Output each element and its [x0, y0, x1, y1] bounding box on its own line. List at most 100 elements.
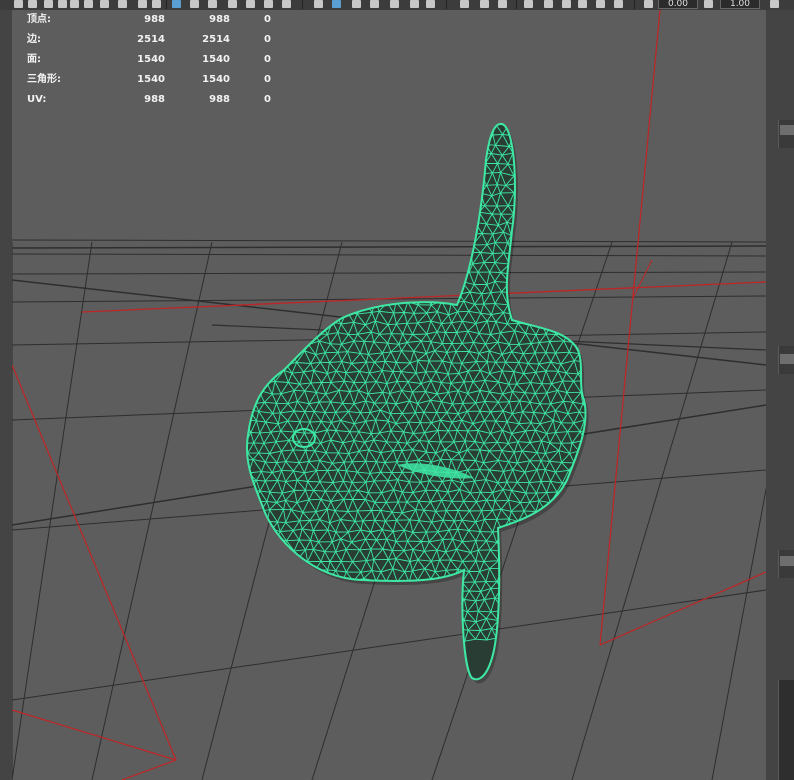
- smooth-shade-icon[interactable]: [332, 0, 341, 8]
- mesh-edge: [580, 155, 586, 164]
- mesh-edge: [296, 581, 305, 591]
- shadows-icon[interactable]: [426, 0, 435, 8]
- hud-icon[interactable]: [614, 0, 623, 8]
- mesh-edge: [440, 164, 453, 167]
- mesh-edge: [365, 262, 373, 274]
- bookmark-icon[interactable]: [70, 0, 79, 8]
- mesh-edge: [253, 539, 265, 542]
- motion-blur-icon[interactable]: [480, 0, 489, 8]
- grid-line: [12, 241, 93, 780]
- mesh-edge: [418, 143, 425, 157]
- mesh-edge: [302, 135, 312, 144]
- mesh-edge: [583, 292, 586, 302]
- mesh-edge: [589, 174, 595, 182]
- mesh-edge: [514, 274, 521, 284]
- mesh-edge: [585, 591, 586, 601]
- mesh-edge: [376, 202, 380, 216]
- mesh-edge: [281, 341, 286, 353]
- x-ray-components-icon[interactable]: [578, 0, 587, 8]
- mesh-edge: [384, 153, 394, 165]
- mesh-edge: [419, 142, 431, 145]
- safe-title-icon[interactable]: [264, 0, 273, 8]
- select-camera-icon[interactable]: [28, 0, 37, 8]
- camera-icon[interactable]: [14, 0, 23, 8]
- mesh-edge: [305, 291, 315, 294]
- mesh-edge: [340, 156, 348, 165]
- lock-camera-icon[interactable]: [44, 0, 53, 8]
- mesh-edge: [303, 222, 311, 236]
- gate-mask-icon[interactable]: [208, 0, 217, 8]
- mesh-edge: [271, 340, 279, 354]
- grease-pencil-icon[interactable]: [118, 0, 127, 8]
- mesh-edge: [584, 439, 586, 443]
- mesh-edge: [314, 251, 321, 265]
- mesh-edge: [456, 164, 466, 177]
- isolate-select-icon[interactable]: [282, 0, 291, 8]
- mesh-edge: [578, 340, 584, 354]
- exposure-field[interactable]: [658, 0, 698, 9]
- gamma-field[interactable]: [720, 0, 760, 9]
- wireframe-icon[interactable]: [314, 0, 323, 8]
- mesh-edge: [266, 360, 272, 371]
- mesh-edge: [274, 551, 284, 563]
- mesh-edge: [268, 194, 278, 204]
- viewport-scene[interactable]: [12, 10, 766, 780]
- mesh-edge: [393, 153, 397, 164]
- screen-space-ao-icon[interactable]: [460, 0, 469, 8]
- mesh-edge: [309, 173, 318, 186]
- 3d-viewport[interactable]: [12, 10, 766, 780]
- mesh-edge: [341, 194, 349, 204]
- exposure-icon[interactable]: [644, 0, 653, 8]
- mesh-edge: [567, 154, 581, 157]
- mesh-edge: [390, 292, 402, 295]
- backface-culling-icon[interactable]: [596, 0, 605, 8]
- mesh-edge: [601, 254, 605, 263]
- grid-icon[interactable]: [172, 0, 181, 8]
- mesh-edge: [448, 588, 455, 602]
- safe-action-icon[interactable]: [246, 0, 255, 8]
- mesh-edge: [577, 191, 586, 196]
- mesh-edge: [276, 571, 283, 581]
- mesh-edge: [566, 174, 573, 184]
- use-default-material-icon[interactable]: [352, 0, 361, 8]
- mesh-edge: [238, 481, 244, 492]
- mesh-edge: [408, 124, 419, 127]
- mesh-edge: [375, 152, 382, 167]
- camera-attributes-icon[interactable]: [58, 0, 67, 8]
- mesh-edge: [240, 374, 243, 384]
- depth-of-field-icon[interactable]: [524, 0, 533, 8]
- use-all-lights-icon[interactable]: [410, 0, 419, 8]
- resolution-gate-icon[interactable]: [190, 0, 199, 8]
- mesh-edge: [428, 202, 439, 216]
- mesh-edge: [293, 172, 307, 177]
- mesh-edge: [255, 321, 265, 325]
- mesh-edge: [597, 243, 608, 245]
- mesh-edge: [557, 312, 570, 315]
- mesh-edge: [538, 303, 547, 315]
- field-chart-icon[interactable]: [228, 0, 237, 8]
- gamma-icon[interactable]: [704, 0, 713, 8]
- view-transform-icon[interactable]: [770, 0, 779, 8]
- mesh-edge: [384, 125, 398, 128]
- x-ray-icon[interactable]: [544, 0, 553, 8]
- mesh-edge: [346, 235, 353, 245]
- magnet-icon[interactable]: [152, 0, 161, 8]
- mesh-edge: [461, 222, 469, 235]
- mesh-edge: [254, 165, 261, 175]
- mesh-edge: [479, 114, 491, 117]
- 2d-pan-zoom-icon[interactable]: [100, 0, 109, 8]
- mesh-edge: [408, 283, 414, 294]
- film-gate-icon[interactable]: [138, 0, 147, 8]
- mesh-edge: [371, 251, 380, 254]
- wireframe-on-shaded-icon[interactable]: [370, 0, 379, 8]
- mesh-edge: [600, 502, 606, 509]
- anti-aliasing-icon[interactable]: [498, 0, 507, 8]
- mesh-edge: [287, 214, 292, 225]
- image-plane-icon[interactable]: [84, 0, 93, 8]
- sunfish-model[interactable]: [236, 113, 609, 684]
- mesh-edge: [579, 172, 586, 175]
- x-ray-joints-icon[interactable]: [562, 0, 571, 8]
- mesh-edge: [264, 540, 271, 550]
- mesh-edge: [323, 233, 334, 246]
- textured-icon[interactable]: [390, 0, 399, 8]
